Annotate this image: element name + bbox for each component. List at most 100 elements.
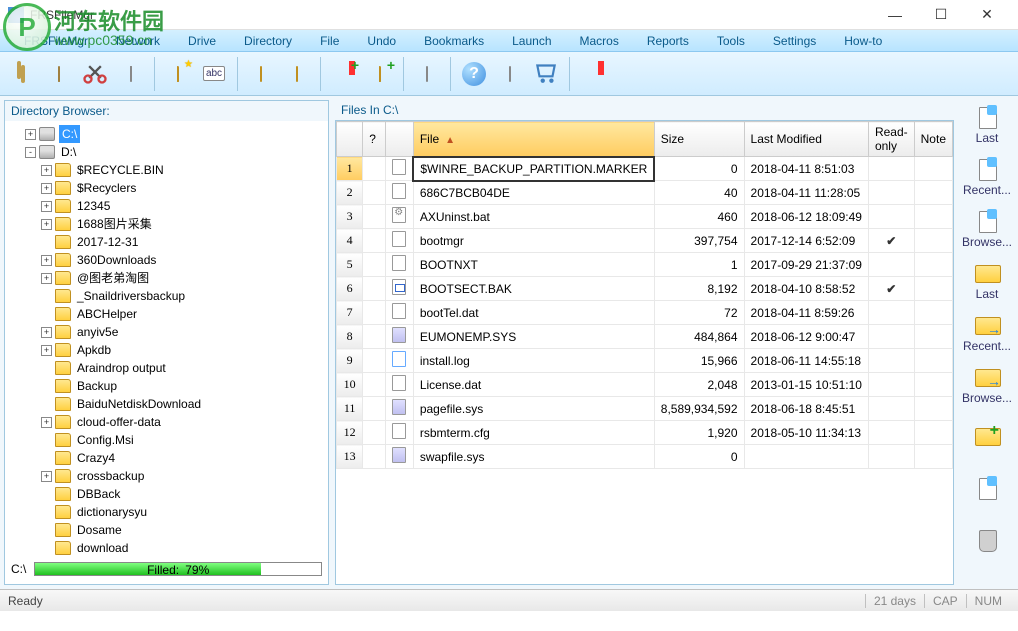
table-row[interactable]: 2 686C7BCB04DE 40 2018-04-11 11:28:05 [337, 181, 953, 205]
row-header[interactable]: 3 [337, 205, 363, 229]
tree-folder[interactable]: download [9, 539, 324, 557]
minimize-button[interactable]: — [872, 1, 918, 29]
table-row[interactable]: 7 bootTel.dat 72 2018-04-11 8:59:26 [337, 301, 953, 325]
tree-folder[interactable]: 2017-12-31 [9, 233, 324, 251]
table-row[interactable]: 6 BOOTSECT.BAK 8,192 2018-04-10 8:58:52 … [337, 277, 953, 301]
table-row[interactable]: 3 AXUninst.bat 460 2018-06-12 18:09:49 [337, 205, 953, 229]
tree-label[interactable]: DBBack [75, 485, 122, 503]
expander-icon[interactable]: + [41, 345, 52, 356]
tree-label[interactable]: Apkdb [75, 341, 113, 359]
bookmark2-button[interactable] [576, 57, 610, 91]
tree-drive[interactable]: + C:\ [9, 125, 324, 143]
table-row[interactable]: 1 $WINRE_BACKUP_PARTITION.MARKER 0 2018-… [337, 157, 953, 181]
file-name-cell[interactable]: 686C7BCB04DE [413, 181, 654, 205]
tree-label[interactable]: anyiv5e [75, 323, 120, 341]
table-row[interactable]: 10 License.dat 2,048 2013-01-15 10:51:10 [337, 373, 953, 397]
side-button-fold-plus[interactable] [959, 412, 1015, 462]
side-button-browse[interactable]: Browse... [959, 360, 1015, 410]
file-grid[interactable]: ?File▲SizeLast ModifiedRead-onlyNote1 $W… [336, 121, 953, 469]
tree-label[interactable]: 12345 [75, 197, 112, 215]
file-name-cell[interactable]: swapfile.sys [413, 445, 654, 469]
menu-drive[interactable]: Drive [174, 34, 230, 48]
table-row[interactable]: 4 bootmgr 397,754 2017-12-14 6:52:09 ✔ [337, 229, 953, 253]
tree-folder[interactable]: +12345 [9, 197, 324, 215]
tree-label[interactable]: cloud-offer-data [75, 413, 163, 431]
row-header[interactable]: 9 [337, 349, 363, 373]
expander-icon[interactable]: + [41, 183, 52, 194]
row-header[interactable]: 4 [337, 229, 363, 253]
rename-button[interactable]: abc [197, 57, 231, 91]
menu-file[interactable]: File [306, 34, 353, 48]
tree-label[interactable]: Crazy4 [75, 449, 117, 467]
tree-folder[interactable]: dictionarysyu [9, 503, 324, 521]
tree-folder[interactable]: +crossbackup [9, 467, 324, 485]
row-header[interactable]: 10 [337, 373, 363, 397]
menu-reports[interactable]: Reports [633, 34, 703, 48]
tree-folder[interactable]: +anyiv5e [9, 323, 324, 341]
feedback-button[interactable] [493, 57, 527, 91]
tree-folder[interactable]: _Snaildriversbackup [9, 287, 324, 305]
tree-folder[interactable]: ABCHelper [9, 305, 324, 323]
help-button[interactable]: ? [457, 57, 491, 91]
tree-label[interactable]: $RECYCLE.BIN [75, 161, 166, 179]
expander-icon[interactable]: + [41, 417, 52, 428]
tree-label[interactable]: BaiduNetdiskDownload [75, 395, 203, 413]
file-name-cell[interactable]: EUMONEMP.SYS [413, 325, 654, 349]
expander-icon[interactable]: + [25, 129, 36, 140]
side-button-doc[interactable] [959, 464, 1015, 514]
directory-tree[interactable]: +C:\-D:\+$RECYCLE.BIN+$Recyclers+12345+1… [5, 121, 328, 558]
column-modified[interactable]: Last Modified [744, 122, 868, 157]
row-header[interactable]: 13 [337, 445, 363, 469]
file-name-cell[interactable]: bootmgr [413, 229, 654, 253]
file-name-cell[interactable]: pagefile.sys [413, 397, 654, 421]
file-name-cell[interactable]: rsbmterm.cfg [413, 421, 654, 445]
column-icon[interactable] [385, 122, 413, 157]
file-name-cell[interactable]: BOOTSECT.BAK [413, 277, 654, 301]
paste-button[interactable] [42, 57, 76, 91]
tree-label[interactable]: $Recyclers [75, 179, 138, 197]
expander-icon[interactable]: + [41, 471, 52, 482]
tree-folder[interactable]: + $RECYCLE.BIN [9, 161, 324, 179]
tree-label[interactable]: ABCHelper [75, 305, 139, 323]
table-row[interactable]: 11 pagefile.sys 8,589,934,592 2018-06-18… [337, 397, 953, 421]
add-folder-bookmark-button[interactable]: + [363, 57, 397, 91]
open2-button[interactable] [280, 57, 314, 91]
menu-settings[interactable]: Settings [759, 34, 830, 48]
file-name-cell[interactable]: $WINRE_BACKUP_PARTITION.MARKER [413, 157, 654, 181]
tree-folder[interactable]: Dosame [9, 521, 324, 539]
menu-launch[interactable]: Launch [498, 34, 565, 48]
tree-label[interactable]: _Snaildriversbackup [75, 287, 187, 305]
tree-drive[interactable]: -D:\ [9, 143, 324, 161]
tree-folder[interactable]: +360Downloads [9, 251, 324, 269]
side-button-trash[interactable] [959, 516, 1015, 566]
expander-icon[interactable]: + [41, 273, 52, 284]
side-button-last[interactable]: Last [959, 256, 1015, 306]
column-size[interactable]: Size [654, 122, 744, 157]
row-header[interactable]: 6 [337, 277, 363, 301]
expander-icon[interactable]: + [41, 165, 52, 176]
menu-directory[interactable]: Directory [230, 34, 306, 48]
tree-folder[interactable]: +1688图片采集 [9, 215, 324, 233]
delete-button[interactable] [114, 57, 148, 91]
tree-folder[interactable]: + Apkdb [9, 341, 324, 359]
tree-folder[interactable]: Crazy4 [9, 449, 324, 467]
tree-label[interactable]: 2017-12-31 [75, 233, 140, 251]
tree-folder[interactable]: + cloud-offer-data [9, 413, 324, 431]
maximize-button[interactable]: ☐ [918, 1, 964, 29]
side-button-last[interactable]: Last [959, 100, 1015, 150]
tree-label[interactable]: Dosame [75, 521, 124, 539]
menu-network[interactable]: Network [102, 34, 174, 48]
cut-button[interactable] [78, 57, 112, 91]
tree-label[interactable]: 360Downloads [75, 251, 158, 269]
tree-folder[interactable]: DBBack [9, 485, 324, 503]
menu-how-to[interactable]: How-to [830, 34, 896, 48]
column-file[interactable]: File▲ [413, 122, 654, 157]
table-row[interactable]: 12 rsbmterm.cfg 1,920 2018-05-10 11:34:1… [337, 421, 953, 445]
row-header[interactable]: 2 [337, 181, 363, 205]
side-button-recent[interactable]: Recent... [959, 308, 1015, 358]
row-header[interactable]: 7 [337, 301, 363, 325]
tree-label[interactable]: dictionarysyu [75, 503, 149, 521]
row-header[interactable]: 8 [337, 325, 363, 349]
row-header[interactable]: 11 [337, 397, 363, 421]
tree-label[interactable]: C:\ [59, 125, 80, 143]
